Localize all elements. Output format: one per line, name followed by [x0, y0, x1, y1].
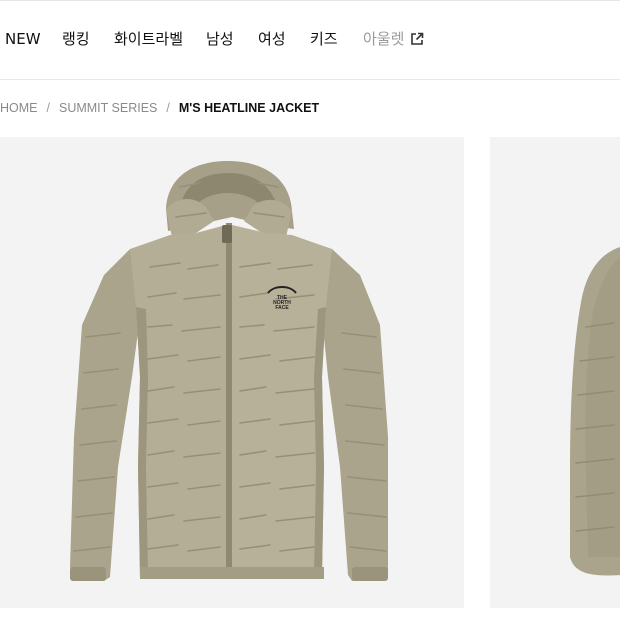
breadcrumb-separator: / [46, 101, 50, 115]
breadcrumb-current: M'S HEATLINE JACKET [178, 101, 320, 115]
product-image-main[interactable]: THE NORTH FACE [0, 137, 464, 608]
breadcrumb-home[interactable]: HOME [0, 99, 38, 117]
nav-item-outlet-label: 아울렛 [363, 30, 405, 48]
main-nav: NEW 랭킹 화이트라벨 남성 여성 키즈 아울렛 [0, 0, 620, 80]
nav-item-outlet[interactable]: 아울렛 [363, 29, 424, 49]
nav-item-white-label[interactable]: 화이트라벨 [114, 29, 183, 49]
breadcrumb: HOME / SUMMIT SERIES / M'S HEATLINE JACKET [0, 99, 319, 117]
jacket-side-image [570, 247, 620, 576]
nav-item-ranking[interactable]: 랭킹 [62, 29, 90, 49]
nav-item-kids[interactable]: 키즈 [310, 29, 338, 49]
breadcrumb-series[interactable]: SUMMIT SERIES [59, 99, 157, 117]
nav-item-new[interactable]: NEW [5, 29, 41, 49]
breadcrumb-separator: / [166, 101, 170, 115]
product-image-secondary[interactable] [490, 137, 620, 608]
external-link-icon [411, 32, 424, 45]
jacket-front-image: THE NORTH FACE [70, 161, 388, 581]
brand-logo-line-3: FACE [275, 305, 289, 311]
nav-item-women[interactable]: 여성 [258, 29, 286, 49]
nav-item-men[interactable]: 남성 [206, 29, 234, 49]
